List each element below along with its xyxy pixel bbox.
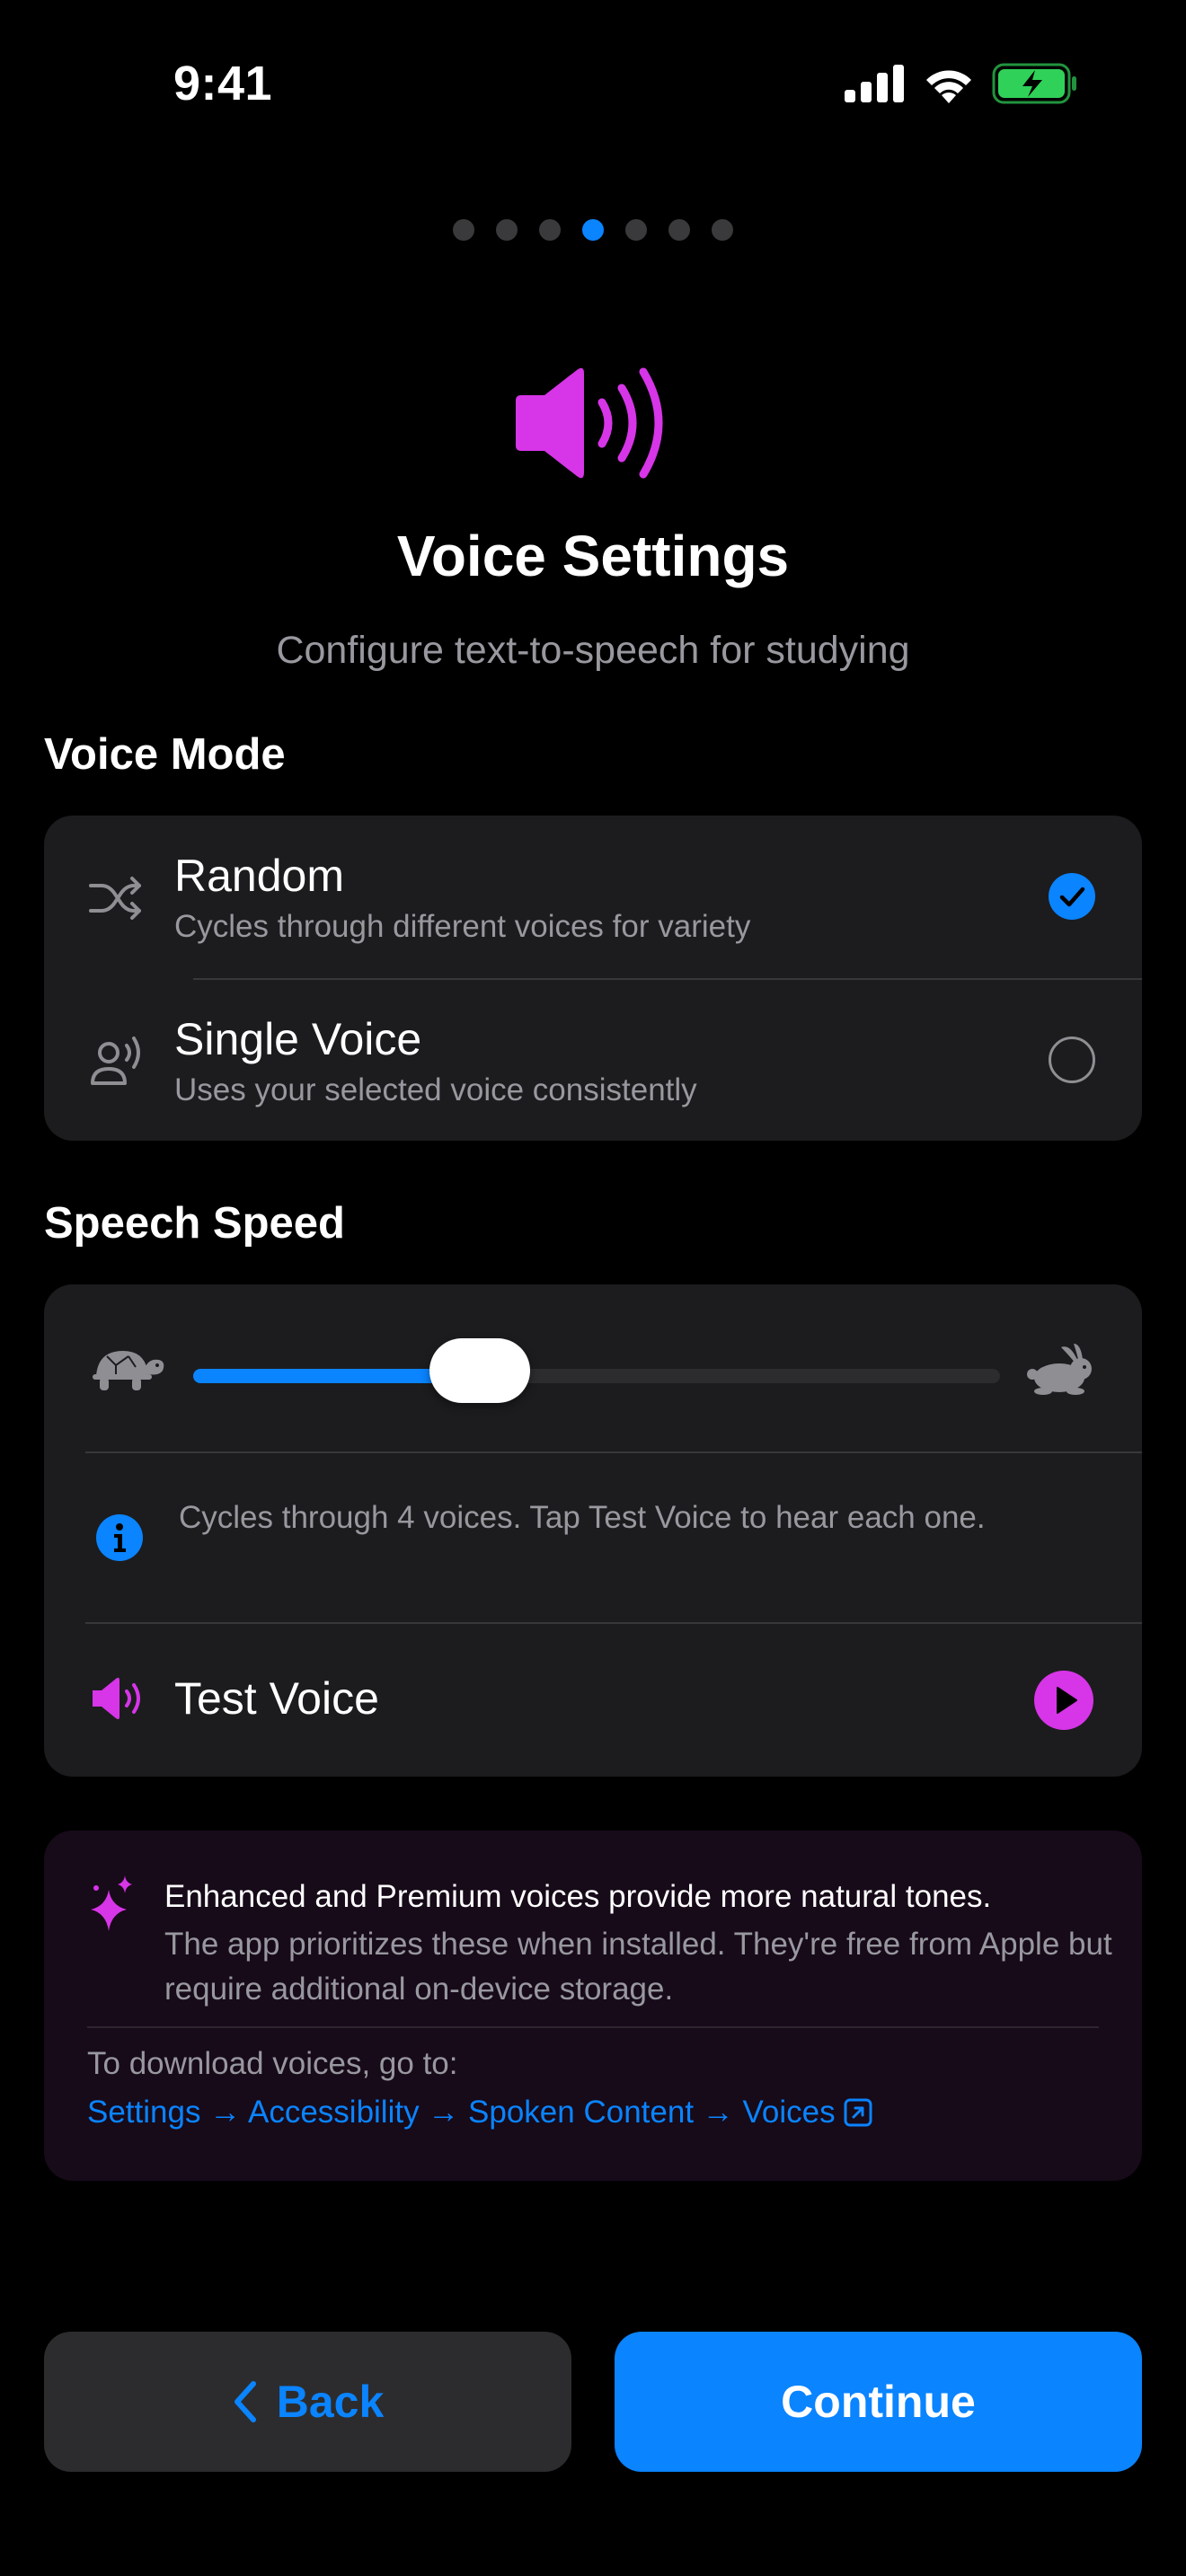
speech-speed-label: Speech Speed — [44, 1199, 345, 1248]
voice-mode-card: Random Cycles through different voices f… — [44, 816, 1142, 1141]
screen: 9:41 Voice Settings Configure text-to-sp… — [0, 0, 1186, 2576]
chevron-left-icon — [234, 2381, 256, 2422]
page-dot — [668, 219, 690, 241]
tortoise-icon — [93, 1351, 164, 1390]
voice-mode-option-single[interactable]: Single Voice Uses your selected voice co… — [44, 979, 1142, 1141]
divider — [87, 2026, 1099, 2028]
continue-button-label: Continue — [781, 2377, 976, 2427]
tip-headline: Enhanced and Premium voices provide more… — [164, 1879, 992, 1914]
settings-path-text: Settings → Accessibility → Spoken Conten… — [87, 2095, 836, 2130]
page-dot — [712, 219, 733, 241]
speaker-icon — [93, 1677, 140, 1720]
speech-speed-slider[interactable] — [193, 1338, 1000, 1403]
page-dot-active — [582, 219, 604, 241]
option-description: Uses your selected voice consistently — [174, 1072, 697, 1107]
voice-mode-label: Voice Mode — [44, 730, 286, 779]
voice-info-text: Cycles through 4 voices. Tap Test Voice … — [179, 1500, 986, 1535]
back-button-label: Back — [276, 2377, 385, 2427]
radio-unchecked[interactable] — [1049, 1037, 1095, 1083]
back-button[interactable]: Back — [44, 2332, 571, 2472]
option-title: Random — [174, 851, 344, 901]
checkmark-icon — [1059, 887, 1085, 907]
page-dot — [496, 219, 518, 241]
voice-tip-card: Enhanced and Premium voices provide more… — [44, 1831, 1142, 2181]
speaker-wave-icon — [516, 367, 663, 479]
person-wave-icon — [91, 1037, 140, 1085]
shuffle-icon — [89, 877, 141, 920]
option-description: Cycles through different voices for vari… — [174, 909, 751, 944]
rabbit-icon — [1027, 1344, 1092, 1395]
speech-speed-card: Cycles through 4 voices. Tap Test Voice … — [44, 1284, 1142, 1777]
slider-thumb[interactable] — [429, 1338, 530, 1403]
divider — [85, 1451, 1142, 1453]
download-label: To download voices, go to: — [87, 2046, 458, 2081]
page-title: Voice Settings — [396, 524, 790, 588]
continue-button[interactable]: Continue — [615, 2332, 1142, 2472]
status-icons — [845, 63, 1078, 104]
radio-checked[interactable] — [1049, 873, 1095, 920]
sparkles-icon — [91, 1875, 132, 1931]
play-button[interactable] — [1034, 1671, 1093, 1730]
voice-mode-option-random[interactable]: Random Cycles through different voices f… — [44, 816, 1142, 977]
page-dot — [539, 219, 561, 241]
wifi-icon — [926, 70, 971, 103]
option-title: Single Voice — [174, 1014, 422, 1064]
page-dot — [625, 219, 647, 241]
page-subtitle: Configure text-to-speech for studying — [276, 629, 910, 672]
tip-body: The app prioritizes these when installed… — [164, 1927, 1112, 2007]
settings-link[interactable]: Settings → Accessibility → Spoken Conten… — [87, 2095, 873, 2130]
status-time: 9:41 — [173, 57, 273, 110]
test-voice-label: Test Voice — [174, 1673, 379, 1724]
info-icon — [96, 1514, 143, 1561]
cellular-signal-icon — [845, 65, 904, 102]
play-icon — [1057, 1687, 1077, 1714]
page-indicator — [0, 219, 1186, 241]
battery-charging-icon — [992, 63, 1076, 104]
external-link-icon — [844, 2098, 872, 2127]
page-dot — [453, 219, 474, 241]
